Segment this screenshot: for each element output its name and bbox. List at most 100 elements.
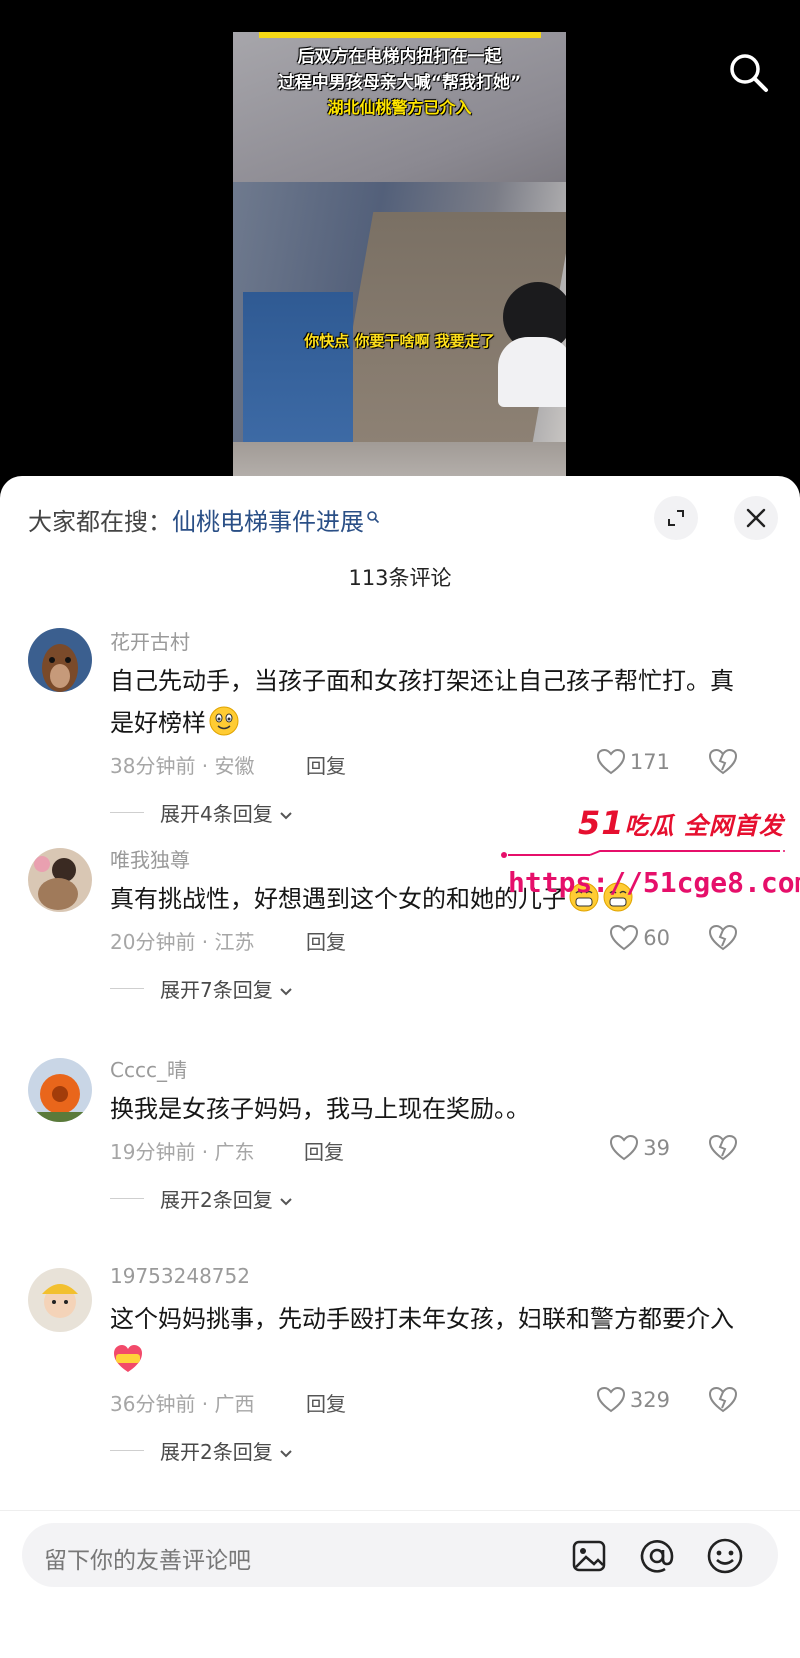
expand-replies-text: 展开2条回复 — [160, 1440, 273, 1464]
comment-meta-row: 19分钟前 · 广东 回复 39 — [110, 1134, 760, 1166]
comment-text: 换我是女孩子妈妈，我马上现在奖励。。 — [110, 1095, 530, 1123]
avatar[interactable] — [28, 1268, 92, 1332]
like-count: 329 — [629, 1388, 670, 1412]
at-sign-icon — [640, 1540, 674, 1573]
dislike-button[interactable] — [708, 1386, 738, 1418]
expand-divider — [110, 1450, 144, 1451]
expand-replies-label: 展开2条回复 — [160, 1184, 293, 1213]
smiley-icon — [707, 1538, 743, 1574]
comment-text-content: 真有挑战性，好想遇到这个女的和她的儿子 — [110, 885, 566, 913]
like-count: 39 — [643, 1136, 670, 1160]
chevron-down-icon — [280, 1198, 292, 1206]
expand-divider — [110, 988, 144, 989]
video-headline-banner — [259, 32, 541, 38]
like-button[interactable]: 60 — [609, 924, 670, 952]
heart-icon — [610, 1134, 639, 1161]
expand-replies-text: 展开2条回复 — [160, 1188, 273, 1212]
avatar[interactable] — [28, 848, 92, 912]
close-icon — [746, 508, 766, 528]
like-count: 60 — [643, 926, 670, 950]
hot-search-topic[interactable]: 仙桃电梯事件进展 — [172, 508, 364, 536]
close-sheet-button[interactable] — [734, 496, 778, 540]
expand-divider — [110, 812, 144, 813]
jiayou-sticker-icon — [114, 1345, 142, 1372]
broken-heart-icon — [708, 748, 738, 775]
comment-time-location: 36分钟前 · 广西 — [110, 1392, 255, 1416]
expand-replies-text: 展开4条回复 — [160, 802, 273, 826]
sheet-header: 大家都在搜：仙桃电梯事件进展 113条评论 — [0, 476, 800, 590]
search-icon — [730, 54, 768, 92]
comment-count: 113条评论 — [348, 566, 452, 590]
expand-sheet-button[interactable] — [654, 496, 698, 540]
broken-heart-icon — [708, 1134, 738, 1161]
expand-divider — [110, 1198, 144, 1199]
comment-text-content: 这个妈妈挑事，先动手殴打未年女孩，妇联和警方都要介入 — [110, 1305, 734, 1333]
emoji-button[interactable] — [706, 1537, 744, 1575]
chevron-down-icon — [280, 1450, 292, 1458]
like-count: 171 — [629, 750, 670, 774]
watermark-brand-number: 51 — [578, 804, 625, 842]
heart-icon — [596, 1386, 625, 1413]
image-icon — [572, 1540, 606, 1572]
dislike-button[interactable] — [708, 924, 738, 956]
grin-emoji-icon — [209, 706, 239, 736]
comment-text: 自己先动手，当孩子面和女孩打架还让自己孩子帮忙打。真是好榜样 — [110, 660, 750, 744]
watermark: 51吃瓜 全网首发 https://51cge8.com — [500, 804, 800, 914]
expand-replies-label: 展开4条回复 — [160, 798, 293, 827]
reply-button[interactable]: 回复 — [306, 750, 346, 779]
comment-username[interactable]: Cccc_晴 — [110, 1054, 187, 1083]
heart-icon — [610, 924, 639, 951]
watermark-brand: 51吃瓜 全网首发 — [578, 804, 784, 842]
comment-input-bar: 留下你的友善评论吧 — [0, 1510, 800, 1658]
comment-input-placeholder: 留下你的友善评论吧 — [44, 1548, 251, 1574]
reply-button[interactable]: 回复 — [306, 926, 346, 955]
video-scene-bottom — [233, 442, 566, 480]
video-subtitle: 你快点 你要干啥啊 我要走了 — [304, 332, 495, 350]
comment-meta-row: 36分钟前 · 广西 回复 329 — [110, 1386, 760, 1418]
reply-button[interactable]: 回复 — [306, 1388, 346, 1417]
reply-button[interactable]: 回复 — [304, 1136, 344, 1165]
video-caption-line-2: 过程中男孩母亲大喊“帮我打她” — [277, 73, 522, 93]
broken-heart-icon — [708, 924, 738, 951]
expand-replies-text: 展开7条回复 — [160, 978, 273, 1002]
like-button[interactable]: 39 — [609, 1134, 670, 1162]
comment-meta-row: 20分钟前 · 江苏 回复 60 — [110, 924, 760, 956]
comment-time-location: 20分钟前 · 江苏 — [110, 930, 255, 954]
watermark-circuit-line — [501, 850, 785, 858]
expand-icon — [668, 510, 684, 526]
video-area[interactable]: 后双方在电梯内扭打在一起 过程中男孩母亲大喊“帮我打她” 湖北仙桃警方已介入 你… — [0, 0, 800, 480]
broken-heart-icon — [708, 1386, 738, 1413]
hot-search-prefix: 大家都在搜： — [28, 508, 172, 536]
comments-sheet: 大家都在搜：仙桃电梯事件进展 113条评论 花开古村 自己先动手，当孩子面和女孩… — [0, 476, 800, 1657]
video-player[interactable]: 后双方在电梯内扭打在一起 过程中男孩母亲大喊“帮我打她” 湖北仙桃警方已介入 你… — [233, 32, 566, 480]
small-search-icon — [366, 502, 380, 530]
expand-replies-label: 展开7条回复 — [160, 974, 293, 1003]
like-button[interactable]: 329 — [596, 1386, 670, 1414]
video-caption-line-3: 湖北仙桃警方已介入 — [327, 98, 472, 117]
comment-text: 这个妈妈挑事，先动手殴打未年女孩，妇联和警方都要介入 — [110, 1298, 750, 1382]
video-scene-panel — [243, 292, 353, 442]
mention-button[interactable] — [638, 1537, 676, 1575]
video-caption-line-1: 后双方在电梯内扭打在一起 — [297, 47, 502, 67]
comment-text-content: 自己先动手，当孩子面和女孩打架还让自己孩子帮忙打。真是好榜样 — [110, 667, 734, 737]
chevron-down-icon — [280, 988, 292, 996]
heart-icon — [596, 748, 625, 775]
comment-username[interactable]: 花开古村 — [110, 626, 190, 655]
comment-username[interactable]: 19753248752 — [110, 1264, 250, 1288]
comment-input[interactable]: 留下你的友善评论吧 — [22, 1523, 778, 1587]
search-button[interactable] — [726, 50, 770, 94]
dislike-button[interactable] — [708, 1134, 738, 1166]
watermark-url: https://51cge8.com — [508, 866, 800, 899]
comment-time-location: 38分钟前 · 安徽 — [110, 754, 255, 778]
dislike-button[interactable] — [708, 748, 738, 780]
expand-replies-label: 展开2条回复 — [160, 1436, 293, 1465]
avatar[interactable] — [28, 1058, 92, 1122]
watermark-brand-text: 吃瓜 全网首发 — [624, 812, 784, 840]
comment-time-location: 19分钟前 · 广东 — [110, 1140, 255, 1164]
comment-username[interactable]: 唯我独尊 — [110, 844, 190, 873]
comment-meta-row: 38分钟前 · 安徽 回复 171 — [110, 748, 760, 780]
like-button[interactable]: 171 — [596, 748, 670, 776]
image-button[interactable] — [570, 1537, 608, 1575]
avatar[interactable] — [28, 628, 92, 692]
hot-search-link[interactable]: 大家都在搜：仙桃电梯事件进展 — [28, 502, 380, 537]
